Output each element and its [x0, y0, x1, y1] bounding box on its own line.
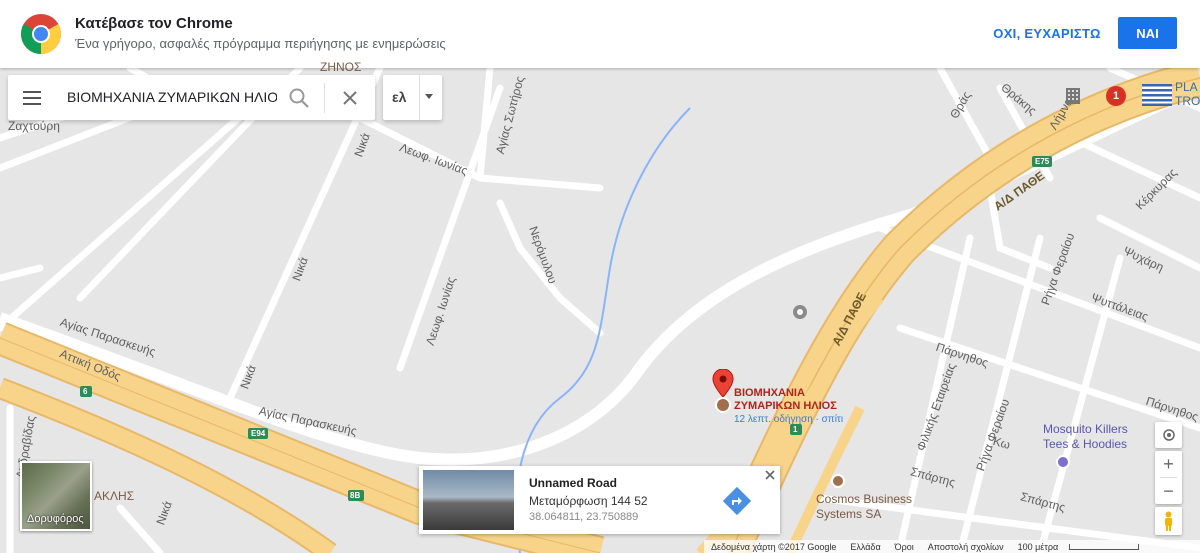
- shield-1: 1: [793, 425, 798, 434]
- scale-bar: [1069, 543, 1140, 550]
- notification-badge[interactable]: 1: [1106, 86, 1126, 106]
- zoom-in-button[interactable]: +: [1155, 451, 1182, 477]
- zoom-controls: + −: [1155, 451, 1182, 504]
- search-icon[interactable]: [288, 87, 310, 109]
- poi-mosquito-line2: Tees & Hoodies: [1043, 437, 1128, 451]
- store-label-line1: PLA: [1175, 80, 1198, 94]
- poi-mosquito-line1: Mosquito Killers: [1043, 422, 1128, 436]
- search-box: ΒΙΟΜΗΧΑΝΙΑ ΖΥΜΑΡΙΚΩΝ ΗΛΙΟΣ: [8, 75, 375, 120]
- close-icon[interactable]: [339, 87, 361, 109]
- building-icon: [1066, 88, 1080, 104]
- store-label-line2: TRON: [1175, 94, 1200, 108]
- scale-label[interactable]: 100 μέτρα: [1011, 542, 1066, 552]
- location-info-card: Unnamed Road Μεταμόρφωση 144 52 38.06481…: [419, 466, 780, 534]
- language-label: ελ: [392, 89, 407, 105]
- pegman-button[interactable]: [1155, 507, 1182, 535]
- map-data-attribution: Δεδομένα χάρτη ©2017 Google: [711, 541, 837, 552]
- country-link[interactable]: Ελλάδα: [843, 542, 887, 552]
- search-divider: [324, 83, 325, 113]
- store-label[interactable]: PLA TRON: [1175, 80, 1200, 108]
- zoom-out-button[interactable]: −: [1155, 478, 1182, 504]
- poi-label: ΖΗΝΟΣ: [320, 60, 362, 74]
- poi-cosmos-line2: Systems SA: [816, 507, 882, 521]
- menu-icon[interactable]: [22, 89, 44, 107]
- feedback-link[interactable]: Αποστολή σχολίων: [921, 542, 1011, 552]
- my-location-button[interactable]: [1155, 422, 1182, 448]
- search-input[interactable]: ΒΙΟΜΗΧΑΝΙΑ ΖΥΜΑΡΙΚΩΝ ΗΛΙΟΣ: [67, 89, 277, 105]
- place-eta: 12 λεπτ. οδήγηση · σπίτι: [734, 414, 844, 425]
- directions-icon[interactable]: [722, 486, 752, 516]
- place-name-line2: ΖΥΜΑΡΙΚΩΝ ΗΛΙΟΣ: [734, 400, 837, 412]
- close-icon[interactable]: [764, 469, 776, 481]
- terms-link[interactable]: Όροι: [888, 542, 921, 552]
- accept-button[interactable]: ΝΑΙ: [1118, 17, 1177, 49]
- street-label: Ζαχτούρη: [8, 119, 60, 133]
- satellite-label: Δορυφόρος: [27, 513, 84, 525]
- poi-label: ΑΚΛΗΣ: [94, 489, 135, 503]
- my-location-icon: [1155, 422, 1182, 448]
- promo-title: Κατέβασε τον Chrome: [75, 15, 233, 32]
- place-name-line1: ΒΙΟΜΗΧΑΝΙΑ: [734, 387, 805, 399]
- flag-icon: [1142, 84, 1172, 106]
- shield-8b: 8B: [350, 491, 360, 500]
- poi-cosmos-line1: Cosmos Business: [816, 492, 913, 506]
- pegman-icon: [1165, 511, 1172, 531]
- poi-marker[interactable]: [831, 474, 845, 488]
- chrome-promo-banner: Κατέβασε τον Chrome Ένα γρήγορο, ασφαλές…: [0, 0, 1200, 68]
- language-selector[interactable]: ελ: [383, 75, 442, 120]
- promo-subtitle: Ένα γρήγορο, ασφαλές πρόγραμμα περιήγηση…: [75, 36, 446, 51]
- street-view-thumbnail[interactable]: [423, 470, 514, 530]
- card-coordinates[interactable]: 38.064811, 23.750889: [529, 511, 638, 523]
- poi-mosquito-label[interactable]: Mosquito Killers Tees & Hoodies: [1043, 422, 1128, 452]
- shield-e75: E75: [1035, 157, 1050, 166]
- satellite-toggle[interactable]: Δορυφόρος: [20, 461, 92, 531]
- shield-e94: E94: [251, 429, 266, 438]
- map-footer: Δεδομένα χάρτη ©2017 Google Ελλάδα Όροι …: [704, 540, 1200, 553]
- language-divider: [419, 75, 420, 120]
- chevron-down-icon[interactable]: [425, 94, 433, 99]
- shield-6: 6: [83, 387, 88, 396]
- card-address: Μεταμόρφωση 144 52: [529, 494, 648, 508]
- place-label[interactable]: ΒΙΟΜΗΧΑΝΙΑ ΖΥΜΑΡΙΚΩΝ ΗΛΙΟΣ 12 λεπτ. οδήγ…: [734, 387, 843, 426]
- chrome-logo-icon: [21, 14, 61, 54]
- shopping-icon[interactable]: [1056, 455, 1070, 469]
- card-road: Unnamed Road: [529, 476, 618, 490]
- decline-button[interactable]: ΟΧΙ, ΕΥΧΑΡΙΣΤΩ: [988, 17, 1106, 49]
- place-marker[interactable]: [715, 397, 731, 413]
- poi-cosmos-label[interactable]: Cosmos Business Systems SA: [816, 492, 912, 522]
